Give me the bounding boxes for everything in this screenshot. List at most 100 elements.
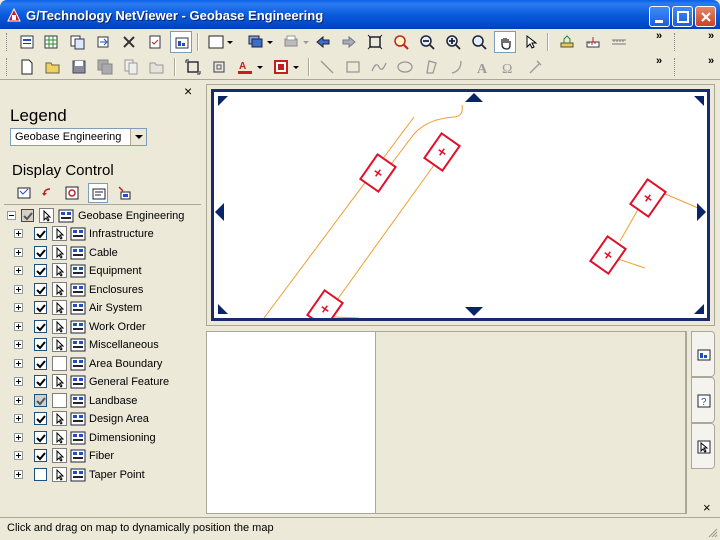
expand-icon[interactable]: [14, 229, 23, 238]
minimize-button[interactable]: [649, 6, 670, 27]
expand-icon[interactable]: [14, 303, 23, 312]
map-canvas[interactable]: [211, 89, 710, 321]
save-all-icon[interactable]: [94, 56, 116, 78]
copy-doc-icon[interactable]: [120, 56, 142, 78]
expand-icon[interactable]: [14, 469, 23, 479]
back-arrow-icon[interactable]: [312, 31, 334, 53]
expand-icon[interactable]: [14, 377, 23, 386]
expand-icon[interactable]: [14, 284, 23, 294]
selectable-toggle[interactable]: [52, 318, 67, 334]
text-style-icon[interactable]: A: [234, 56, 263, 78]
selectable-toggle[interactable]: [39, 208, 54, 223]
zoom-area-icon[interactable]: [390, 31, 412, 53]
expand-icon[interactable]: [14, 247, 23, 257]
tree-item[interactable]: Dimensioning: [4, 429, 201, 447]
selectable-toggle[interactable]: [52, 281, 67, 297]
legend-dropdown[interactable]: Geobase Engineering: [10, 128, 147, 146]
expand-icon[interactable]: [14, 358, 23, 368]
ruler-icon[interactable]: [608, 31, 630, 53]
visibility-checkbox[interactable]: [34, 467, 47, 481]
new-icon[interactable]: [16, 56, 38, 78]
visibility-checkbox[interactable]: [34, 319, 47, 333]
visibility-checkbox[interactable]: [34, 375, 47, 388]
selectable-toggle[interactable]: [52, 337, 67, 352]
view-icon[interactable]: [170, 31, 192, 53]
expand-icon[interactable]: [14, 432, 23, 442]
tape-icon[interactable]: [582, 31, 604, 53]
selectable-toggle[interactable]: [52, 429, 67, 445]
symbol-icon[interactable]: Ω: [498, 56, 520, 78]
visibility-checkbox[interactable]: [34, 264, 47, 277]
selectable-toggle[interactable]: [52, 355, 67, 371]
tree-item[interactable]: General Feature: [4, 373, 201, 391]
visibility-checkbox[interactable]: [21, 209, 34, 222]
expand-icon[interactable]: [14, 321, 23, 331]
tree-item[interactable]: Enclosures: [4, 281, 201, 299]
close-button[interactable]: [695, 6, 716, 27]
layer-settings-icon[interactable]: [114, 183, 134, 203]
selectable-toggle[interactable]: [52, 226, 67, 241]
folder-icon[interactable]: [146, 56, 168, 78]
tree-item[interactable]: Work Order: [4, 318, 201, 336]
toolbar2-overflow-chevron-right[interactable]: »: [708, 55, 714, 67]
tree-item[interactable]: Area Boundary: [4, 355, 201, 373]
spreadsheet-icon[interactable]: [40, 31, 62, 53]
selectable-toggle[interactable]: [52, 374, 67, 389]
fit-frame-icon[interactable]: [182, 56, 204, 78]
line-icon[interactable]: [316, 56, 338, 78]
expand-icon[interactable]: [14, 266, 23, 275]
arc-icon[interactable]: [446, 56, 468, 78]
save-icon[interactable]: [68, 56, 90, 78]
expand-icon[interactable]: [14, 414, 23, 423]
visibility-checkbox[interactable]: [34, 301, 47, 314]
selectable-toggle[interactable]: [52, 466, 67, 482]
selectable-toggle[interactable]: [52, 411, 67, 426]
selectable-toggle[interactable]: [52, 392, 67, 408]
tree-item[interactable]: Cable: [4, 244, 201, 262]
expand-icon[interactable]: [14, 395, 23, 405]
visibility-checkbox[interactable]: [34, 338, 47, 351]
pan-northwest-icon[interactable]: [216, 94, 232, 108]
rectangle-icon[interactable]: [342, 56, 364, 78]
tree-item[interactable]: Miscellaneous: [4, 336, 201, 354]
measure-icon[interactable]: [556, 31, 578, 53]
selectable-toggle[interactable]: [52, 448, 67, 463]
legend-style-icon[interactable]: [88, 183, 108, 203]
doc-properties-icon[interactable]: [16, 31, 38, 53]
selectable-toggle[interactable]: [52, 300, 67, 315]
tools-icon[interactable]: [118, 31, 140, 53]
side-tab-view[interactable]: [691, 331, 715, 377]
fill-style-icon[interactable]: [270, 56, 299, 78]
clip-icon[interactable]: [208, 56, 230, 78]
title-bar[interactable]: G/Technology NetViewer - Geobase Enginee…: [0, 0, 720, 30]
selectable-toggle[interactable]: [52, 244, 67, 260]
export-icon[interactable]: [92, 31, 114, 53]
collapse-icon[interactable]: [7, 211, 16, 220]
details-pane[interactable]: [376, 331, 686, 514]
tree-item[interactable]: Equipment: [4, 262, 201, 280]
forward-arrow-icon[interactable]: [338, 31, 360, 53]
tree-item[interactable]: Landbase: [4, 392, 201, 410]
polyline-icon[interactable]: [368, 56, 390, 78]
tree-root[interactable]: Geobase Engineering: [4, 207, 201, 225]
visibility-checkbox[interactable]: [34, 356, 47, 370]
expand-icon[interactable]: [14, 340, 23, 349]
toolbar1-overflow-chevron-right[interactable]: »: [708, 30, 714, 42]
selectable-toggle[interactable]: [52, 263, 67, 278]
tree-item[interactable]: Taper Point: [4, 466, 201, 484]
pan-south-icon[interactable]: [464, 306, 483, 320]
expand-icon[interactable]: [14, 451, 23, 460]
toolbar-grip[interactable]: [6, 58, 9, 76]
layers-icon[interactable]: [244, 31, 273, 53]
visibility-checkbox[interactable]: [34, 393, 47, 407]
visibility-checkbox[interactable]: [34, 245, 47, 259]
ellipse-icon[interactable]: [394, 56, 416, 78]
pointer-icon[interactable]: [520, 31, 542, 53]
visibility-checkbox[interactable]: [34, 227, 47, 240]
stamp-icon[interactable]: [524, 56, 546, 78]
refresh-icon[interactable]: [38, 183, 58, 203]
pan-southwest-icon[interactable]: [216, 302, 232, 316]
legend-close-button[interactable]: ×: [184, 83, 192, 99]
maximize-button[interactable]: [672, 6, 693, 27]
copy-icon[interactable]: [66, 31, 88, 53]
